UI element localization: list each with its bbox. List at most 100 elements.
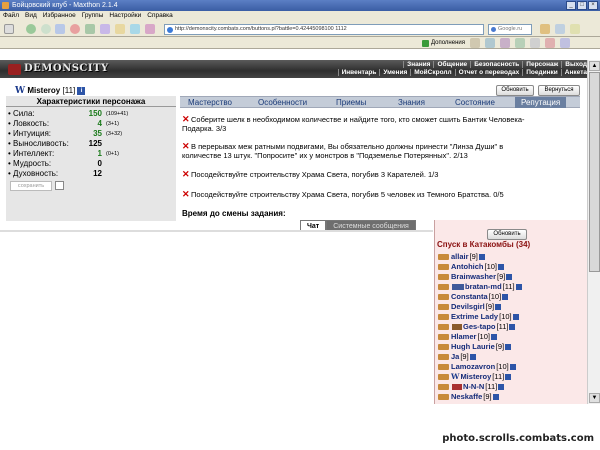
private-message-icon[interactable] xyxy=(438,334,449,340)
info-icon[interactable] xyxy=(495,304,502,310)
user-list-item[interactable]: allair [9] xyxy=(438,252,485,262)
user-list-item[interactable]: Hlamer [10] xyxy=(438,332,497,342)
minimize-icon[interactable]: _ xyxy=(566,1,576,10)
info-icon[interactable] xyxy=(512,314,519,320)
maximize-icon[interactable]: □ xyxy=(577,1,587,10)
new-page-icon[interactable] xyxy=(4,24,14,34)
page-scrollbar[interactable]: ▲ ▼ xyxy=(587,60,600,404)
private-message-icon[interactable] xyxy=(438,364,449,370)
cancel-quest-icon[interactable]: ✕ xyxy=(182,115,190,124)
save-checkbox[interactable] xyxy=(55,181,64,190)
history-icon[interactable] xyxy=(115,24,125,34)
cancel-quest-icon[interactable]: ✕ xyxy=(182,190,190,199)
close-tab-icon[interactable] xyxy=(545,38,555,48)
search-box[interactable]: Google.ru xyxy=(488,24,532,35)
private-message-icon[interactable] xyxy=(438,384,449,390)
info-icon[interactable] xyxy=(498,384,505,390)
info-icon[interactable] xyxy=(469,354,476,360)
addons-button[interactable]: Дополнения xyxy=(422,38,465,48)
info-icon[interactable] xyxy=(505,344,512,350)
nav-security[interactable]: Безопасность xyxy=(470,61,522,68)
tab-knowledge[interactable]: Знания xyxy=(398,97,425,108)
nav-fights[interactable]: Поединки xyxy=(522,69,561,76)
tab-reputation[interactable]: Репутация xyxy=(515,97,567,108)
cancel-quest-icon[interactable]: ✕ xyxy=(182,142,190,151)
info-icon[interactable] xyxy=(498,264,505,270)
refresh-icon[interactable] xyxy=(85,24,95,34)
tab-features[interactable]: Особенности xyxy=(258,97,307,108)
user-list-item[interactable]: Lamozavron [10] xyxy=(438,362,516,372)
private-message-icon[interactable] xyxy=(438,274,449,280)
popup-block-icon[interactable] xyxy=(500,38,510,48)
private-message-icon[interactable] xyxy=(438,394,449,400)
nav-profile[interactable]: Анкета xyxy=(560,69,590,76)
info-icon[interactable] xyxy=(478,254,485,260)
menu-help[interactable]: Справка xyxy=(147,11,173,21)
cleaner-icon[interactable] xyxy=(485,38,495,48)
split-icon[interactable] xyxy=(530,38,540,48)
info-icon[interactable] xyxy=(492,394,499,400)
nav-character[interactable]: Персонаж xyxy=(522,61,561,68)
return-button[interactable]: Вернуться xyxy=(538,85,580,96)
tab-list-icon[interactable] xyxy=(560,38,570,48)
user-list-item[interactable]: Ges-tapo [11] xyxy=(438,322,516,332)
private-message-icon[interactable] xyxy=(438,354,449,360)
private-message-icon[interactable] xyxy=(438,254,449,260)
mail-icon[interactable] xyxy=(570,24,580,34)
info-icon[interactable] xyxy=(515,284,522,290)
user-list-item[interactable]: Neskaffe [9] xyxy=(438,392,499,402)
scroll-up-icon[interactable]: ▲ xyxy=(589,61,600,71)
lock-icon[interactable] xyxy=(540,24,550,34)
nav-skills[interactable]: Умения xyxy=(379,69,410,76)
save-button[interactable]: сохранить xyxy=(10,181,52,191)
back-icon[interactable] xyxy=(26,24,36,34)
user-list-item[interactable]: Constanta [10] xyxy=(438,292,509,302)
user-list-item[interactable]: Hugh Laurie [9] xyxy=(438,342,512,352)
user-list-item[interactable]: W Misteroy [11] xyxy=(438,372,512,382)
screenshot-icon[interactable] xyxy=(555,24,565,34)
refresh-users-button[interactable]: Обновить xyxy=(487,229,527,240)
scroll-thumb[interactable] xyxy=(589,72,600,272)
private-message-icon[interactable] xyxy=(438,344,449,350)
user-list-item[interactable]: Extrime Lady [10] xyxy=(438,312,519,322)
address-bar[interactable]: http://demonscity.combats.com/buttons.pl… xyxy=(164,24,484,35)
private-message-icon[interactable] xyxy=(438,374,449,380)
info-icon[interactable] xyxy=(509,324,516,330)
menu-groups[interactable]: Группы xyxy=(82,11,104,21)
user-list-item[interactable]: Antohich [10] xyxy=(438,262,505,272)
cancel-quest-icon[interactable]: ✕ xyxy=(182,170,190,179)
refresh-button[interactable]: Обновить xyxy=(496,85,534,96)
private-message-icon[interactable] xyxy=(438,324,449,330)
toolbox-icon[interactable] xyxy=(470,38,480,48)
info-icon[interactable] xyxy=(502,294,509,300)
nav-transfer-report[interactable]: Отчет о переводах xyxy=(454,69,523,76)
user-list-item[interactable]: bratan-md [11] xyxy=(438,282,522,292)
menu-view[interactable]: Вид xyxy=(25,11,37,21)
scroll-down-icon[interactable]: ▼ xyxy=(589,393,600,403)
ad-hunter-icon[interactable] xyxy=(515,38,525,48)
nav-communication[interactable]: Общение xyxy=(433,61,470,68)
tools-icon[interactable] xyxy=(145,24,155,34)
tab-techniques[interactable]: Приемы xyxy=(336,97,366,108)
private-message-icon[interactable] xyxy=(438,304,449,310)
tab-mastery[interactable]: Мастерство xyxy=(188,97,232,108)
info-icon[interactable]: i xyxy=(77,86,86,95)
menu-file[interactable]: Файл xyxy=(3,11,19,21)
info-icon[interactable] xyxy=(505,374,512,380)
user-list-item[interactable]: Brainwasher [9] xyxy=(438,272,513,282)
private-message-icon[interactable] xyxy=(438,314,449,320)
info-icon[interactable] xyxy=(506,274,513,280)
private-message-icon[interactable] xyxy=(438,294,449,300)
user-list-item[interactable]: Devilsgirl [9] xyxy=(438,302,502,312)
nav-knowledge[interactable]: Знания xyxy=(403,61,433,68)
user-list-item[interactable]: Ja [9] xyxy=(438,352,476,362)
info-icon[interactable] xyxy=(490,334,497,340)
private-message-icon[interactable] xyxy=(438,284,449,290)
nav-exit[interactable]: Выход xyxy=(561,61,590,68)
nav-myscroll[interactable]: МойСкролл xyxy=(410,69,454,76)
tab-state[interactable]: Состояние xyxy=(455,97,495,108)
user-list-item[interactable]: N-N-N [11] xyxy=(438,382,505,392)
close-icon[interactable]: × xyxy=(588,1,598,10)
menu-settings[interactable]: Настройки xyxy=(109,11,141,21)
private-message-icon[interactable] xyxy=(438,264,449,270)
